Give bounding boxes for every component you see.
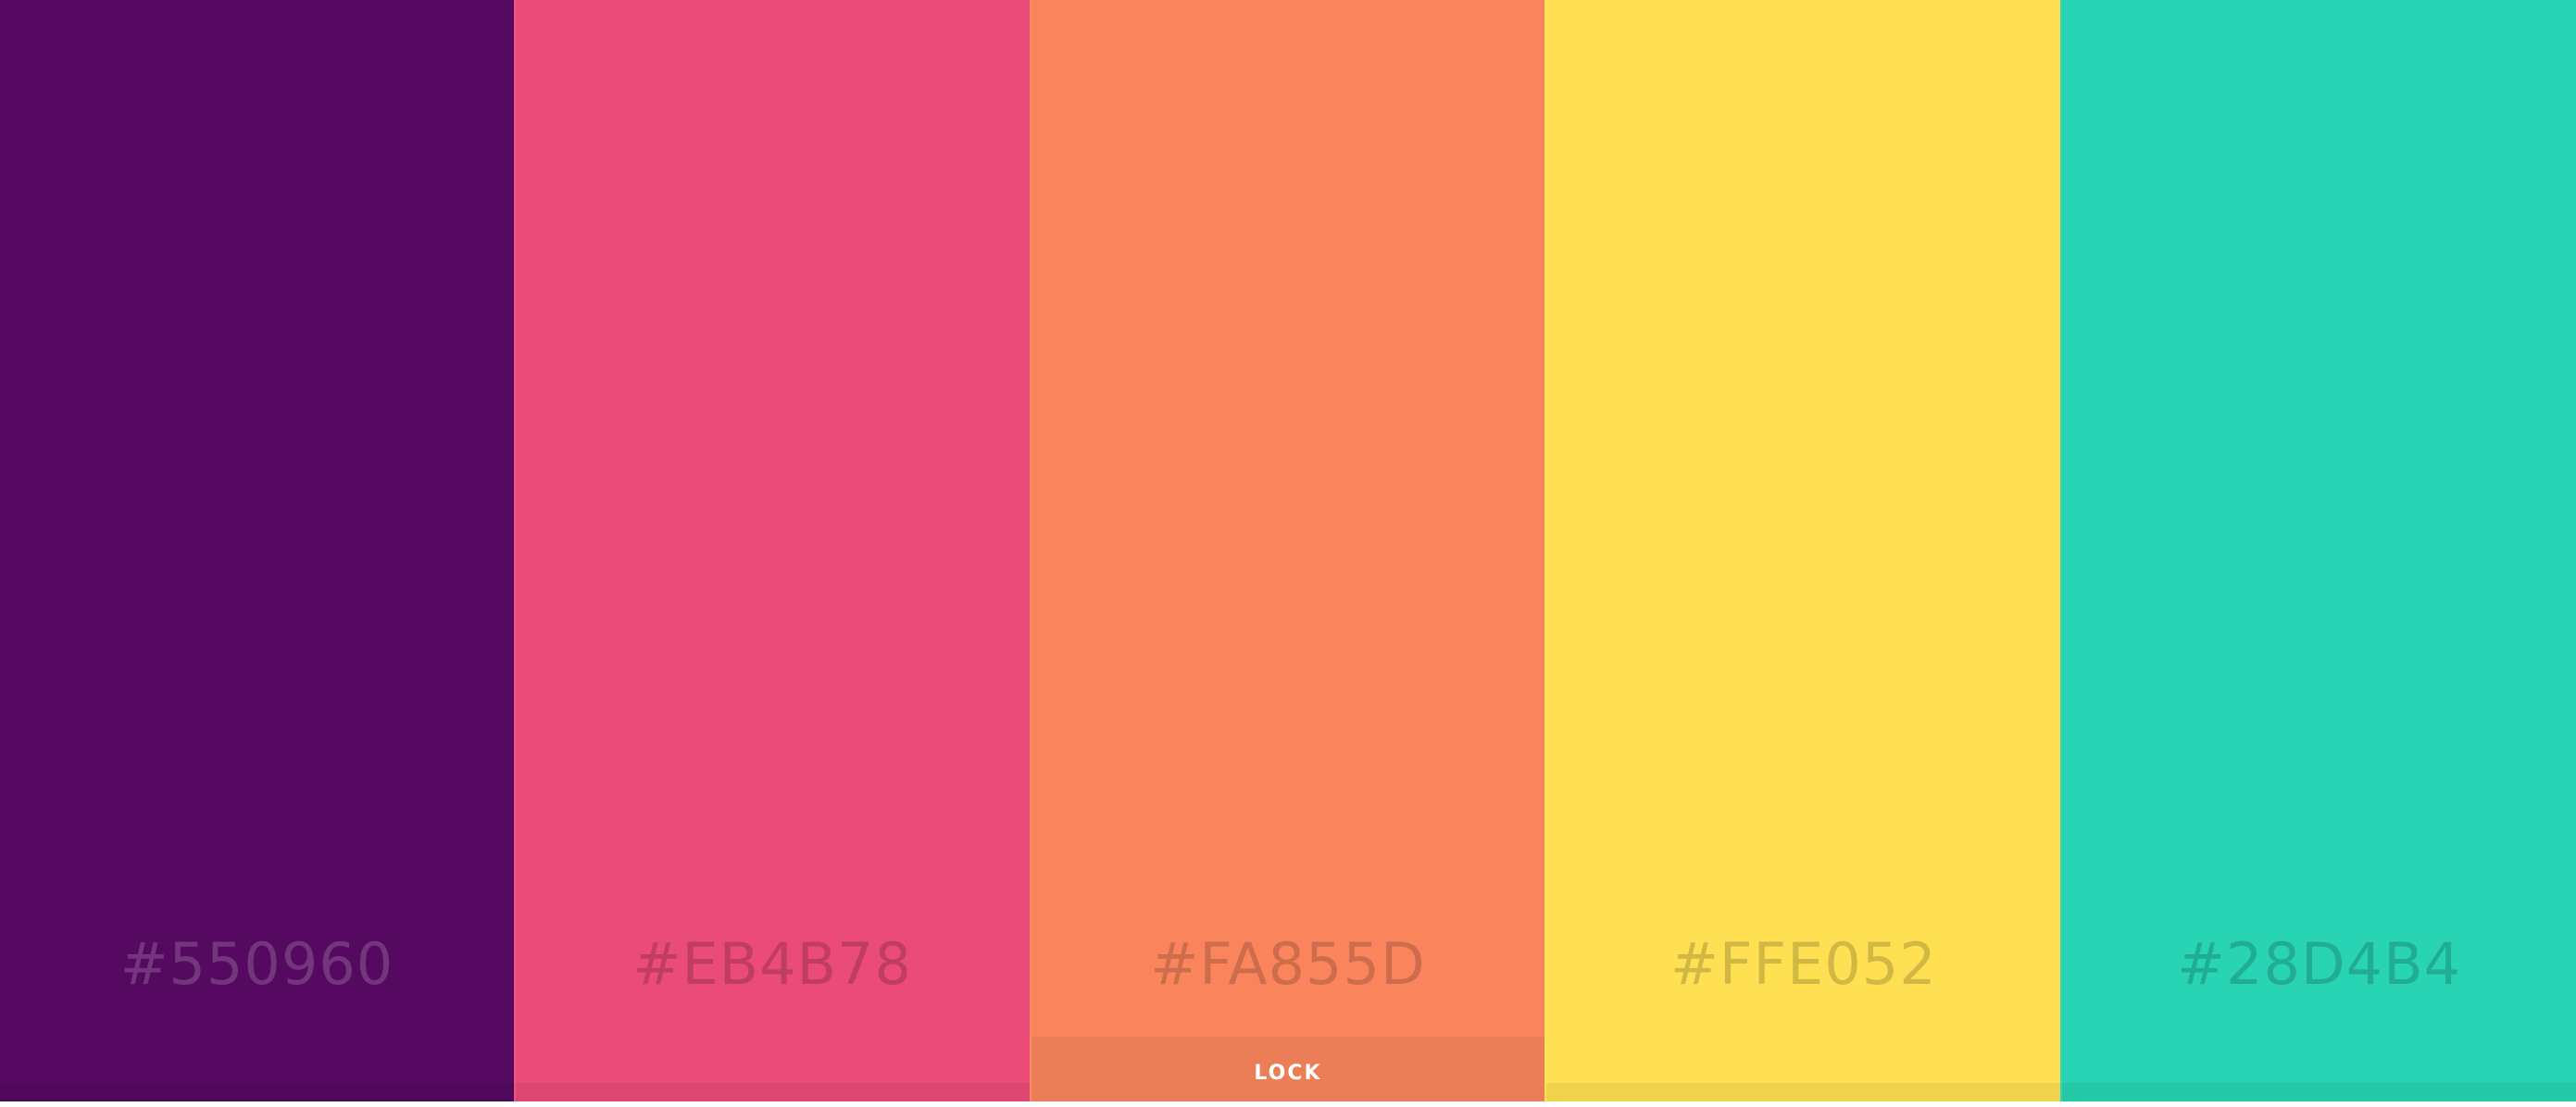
swatch-bottom-bar	[0, 1083, 514, 1101]
swatch-bottom-bar	[515, 1083, 1030, 1101]
swatch-bottom-bar	[2062, 1083, 2576, 1101]
swatch-ffe052[interactable]: #FFE052	[1544, 0, 2061, 1101]
swatch-hex-label[interactable]: #EB4B78	[516, 929, 1030, 1000]
swatch-550960[interactable]: #550960	[0, 0, 514, 1101]
swatch-hex-label[interactable]: #550960	[0, 929, 514, 1000]
color-palette: #550960 #EB4B78 #FA855D LOCK #FFE052 #28…	[0, 0, 2576, 1101]
swatch-bottom-bar	[1546, 1083, 2061, 1101]
swatch-28d4b4[interactable]: #28D4B4	[2060, 0, 2576, 1101]
lock-button-label: LOCK	[1254, 1061, 1322, 1085]
lock-button[interactable]: LOCK	[1031, 1037, 1545, 1101]
swatch-hex-label[interactable]: #28D4B4	[2062, 929, 2576, 1000]
swatch-hex-label[interactable]: #FA855D	[1032, 929, 1545, 1000]
swatch-fa855d[interactable]: #FA855D LOCK	[1029, 0, 1545, 1101]
swatch-eb4b78[interactable]: #EB4B78	[513, 0, 1030, 1101]
swatch-hex-label[interactable]: #FFE052	[1546, 929, 2060, 1000]
